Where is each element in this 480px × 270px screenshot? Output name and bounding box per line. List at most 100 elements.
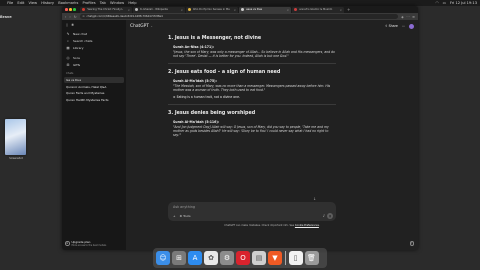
browser-tab[interactable]: Al-Ghazali - Wikipedia × (133, 6, 185, 13)
share-button[interactable]: ⇪ Share (385, 24, 398, 28)
tab-favicon-icon (294, 8, 297, 11)
new-tab-button[interactable]: + (347, 7, 350, 12)
tab-favicon-icon (82, 8, 85, 11)
verse-text: "Jesus, the son of Mary, was only a mess… (173, 50, 335, 59)
chat-history-item[interactable]: Quran Hadith Mysteries Facts (62, 96, 126, 103)
voice-mode-button[interactable]: ▮ (327, 213, 333, 219)
minimize-window-button[interactable] (69, 8, 72, 11)
section-divider (168, 63, 336, 64)
finder-icon[interactable]: ☺ (156, 251, 170, 265)
disclaimer: ChatGPT can make mistakes. Check importa… (126, 224, 418, 227)
brave-icon[interactable]: ▼ (268, 251, 282, 265)
section-heading: 1. Jesus is a Messenger, not divine (168, 36, 262, 41)
attach-button[interactable]: + (173, 214, 176, 218)
browser-tab[interactable]: Jannah's Islamic & Muslim × (292, 6, 344, 13)
section-note: ➤ Eating is a human trait, not a divine … (173, 95, 240, 100)
sora-icon: ◎ (66, 55, 70, 60)
extensions-icon[interactable]: ⋯ (406, 15, 409, 19)
browser-tab[interactable]: Who Do Ppl Go Senses in Ma × (186, 6, 238, 13)
upgrade-plan-button[interactable]: ⊛ Upgrade plan More access to the best m… (65, 240, 106, 247)
sidebar-item-gpts[interactable]: ⊞ GPTs (62, 61, 126, 68)
verse-quote: Surah Al-Ma'idah (5:75): "The Messiah, so… (173, 79, 336, 92)
desktop-file-thumbnail[interactable] (5, 119, 26, 155)
reload-icon[interactable]: ↻ (74, 15, 77, 19)
window-controls (65, 8, 76, 11)
launchpad-icon[interactable]: ⊞ (172, 251, 186, 265)
upgrade-subtitle: More access to the best models (71, 244, 107, 247)
sidebar-item-sora[interactable]: ◎ Sora (62, 54, 126, 61)
close-tab-icon[interactable]: × (128, 8, 130, 12)
section-divider (168, 104, 336, 105)
openai-logo-icon[interactable]: ✺ (71, 23, 74, 27)
close-tab-icon[interactable]: × (234, 8, 236, 12)
chat-main: ChatGPT ⌄ ⇪ Share ⋯ 1. Jesus is a Messen… (126, 20, 418, 250)
disclaimer-text: ChatGPT can make mistakes. Check importa… (224, 224, 295, 227)
tab-favicon-icon (188, 8, 191, 11)
sidebar-item-label: Sora (73, 55, 80, 60)
close-tab-icon[interactable]: × (287, 8, 289, 12)
document-icon[interactable]: ▯ (288, 251, 303, 265)
sidebar-item-search-chats[interactable]: ⌕ Search chats (62, 37, 126, 44)
chat-header: ChatGPT ⌄ ⇪ Share ⋯ (126, 20, 418, 32)
verse-reference: Surah Al-Ma'idah (5:116): (173, 119, 220, 124)
verse-quote: Surah An-Nisa (4:171): "Jesus, the son of… (173, 45, 336, 58)
settings-icon[interactable]: ⚙ (220, 251, 234, 265)
forward-icon[interactable]: › (69, 15, 70, 19)
menu-item-view[interactable]: View (29, 0, 38, 6)
more-options-icon[interactable]: ⋯ (402, 24, 405, 28)
help-icon[interactable]: ? (409, 241, 414, 246)
tools-label: Tools (183, 214, 191, 218)
sidebar-item-library[interactable]: ▦ Library (62, 44, 126, 51)
menu-item-file[interactable]: File (7, 0, 13, 6)
verse-text: "And [on Judgment Day] Allah will say: O… (173, 124, 329, 138)
menu-item-edit[interactable]: Edit (17, 0, 24, 6)
library-icon: ▦ (66, 45, 70, 50)
tools-button[interactable]: ⚙ Tools (180, 214, 191, 218)
desktop-file-label[interactable]: Screenshot (4, 157, 28, 160)
sidebar-item-label: Library (73, 45, 84, 50)
close-window-button[interactable] (65, 8, 68, 11)
avatar[interactable] (409, 23, 414, 29)
sidebar-item-new-chat[interactable]: ✎ New chat (62, 30, 126, 37)
tab-favicon-icon (135, 8, 138, 11)
tab-title: Jannah's Islamic & Muslim (298, 8, 333, 11)
verse-reference: Surah Al-Ma'idah (5:75): (173, 78, 217, 83)
address-bar[interactable]: ⚿ chatgpt.com/c/669eae2b-4ae0-8d19-b288-… (79, 14, 399, 19)
zoom-window-button[interactable] (73, 8, 76, 11)
message-input[interactable]: Ask anything (173, 205, 195, 209)
new-chat-icon: ✎ (66, 31, 70, 36)
sidebar-item-label: GPTs (73, 62, 81, 67)
dock: ☺ ⊞ A ✿ ⚙ O ▤ ▼ ▯ 🗑 (153, 248, 327, 268)
tab-title: Al-Ghazali - Wikipedia (139, 8, 168, 11)
browser-tab[interactable]: Jesus vs Dua × (239, 6, 291, 13)
sidebar: ▯ ✺ ✎ New chat ⌕ Search chats ▦ Library ◎ Sora… (62, 20, 126, 250)
wifi-icon[interactable]: ◠ (435, 0, 438, 6)
tab-bar: Hearing The Christ: Finally L × Al-Ghazali… (62, 6, 418, 13)
brave-shields-icon[interactable]: ◈ (401, 15, 404, 19)
appstore-icon[interactable]: A (188, 251, 202, 265)
answer-section: 3. Jesus denies being worshiped Surah Al-… (168, 111, 336, 138)
gpts-icon: ⊞ (66, 62, 70, 67)
menu-clock[interactable]: Fri 12 Jul 19:13 (450, 0, 477, 6)
battery-icon[interactable]: ▭ (443, 0, 446, 6)
model-selector[interactable]: ChatGPT ⌄ (130, 24, 153, 29)
browser-tab[interactable]: Hearing The Christ: Finally L × (80, 6, 132, 13)
close-tab-icon[interactable]: × (181, 8, 183, 12)
opera-icon[interactable]: O (236, 251, 250, 265)
cookie-preferences-link[interactable]: Cookie Preferences (295, 224, 319, 227)
back-icon[interactable]: ‹ (65, 15, 66, 19)
chats-section-label: Chats (66, 72, 74, 75)
toggle-sidebar-icon[interactable]: ▯ (66, 23, 68, 27)
browser-menu-icon[interactable]: ≡ (412, 15, 415, 19)
close-tab-icon[interactable]: × (340, 8, 342, 12)
scroll-down-icon[interactable]: ↓ (313, 196, 316, 201)
trash-icon[interactable]: 🗑 (304, 251, 319, 265)
answer-section: 1. Jesus is a Messenger, not divine Surah… (168, 36, 336, 64)
section-heading: 2. Jesus eats food – a sign of human nee… (168, 69, 281, 75)
tab-title: Hearing The Christ: Finally L (86, 8, 124, 11)
preview-icon[interactable]: ▤ (252, 251, 266, 265)
microphone-icon[interactable]: ♪ (323, 214, 325, 218)
menu-item-history[interactable]: History (41, 0, 54, 6)
verse-reference: Surah An-Nisa (4:171): (173, 45, 214, 49)
photos-icon[interactable]: ✿ (204, 251, 218, 265)
